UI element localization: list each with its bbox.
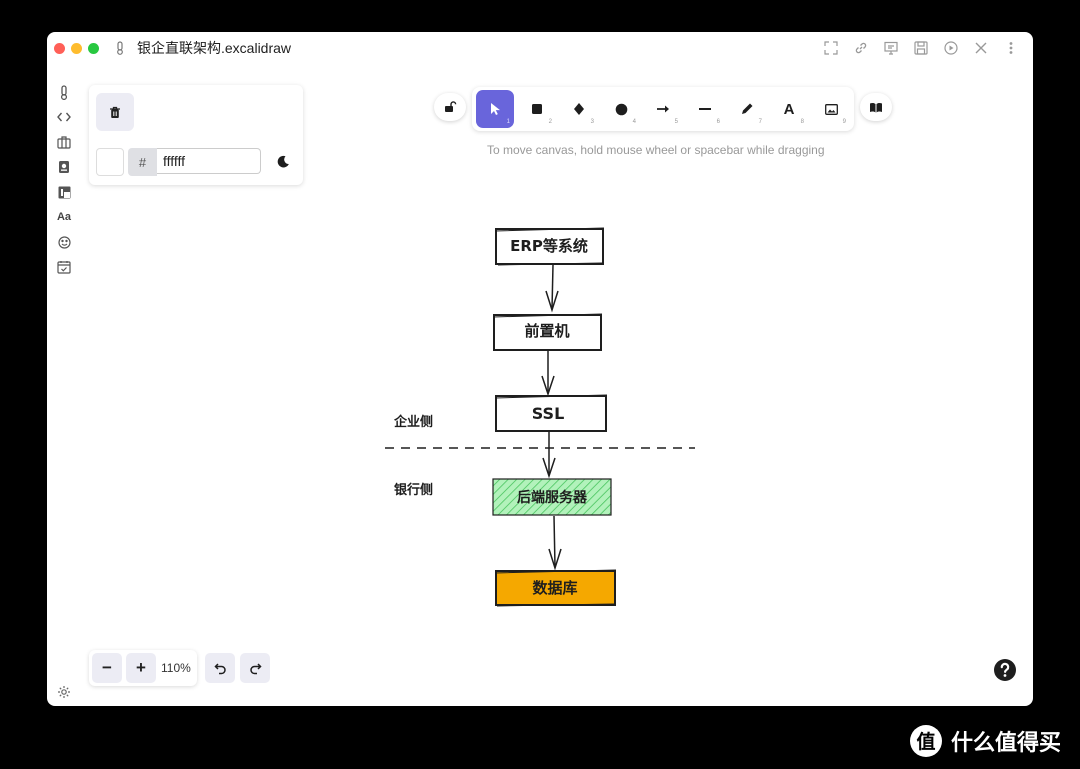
help-button[interactable]: [993, 658, 1017, 682]
arrow-1: [545, 264, 559, 313]
node-database-label: 数据库: [532, 579, 577, 597]
zoom-in-button[interactable]: +: [126, 653, 156, 683]
svg-text:值: 值: [916, 730, 935, 753]
zone-bank-label: 银行侧: [394, 482, 433, 498]
node-ssl-label: SSL: [532, 404, 565, 423]
redo-icon: [249, 662, 262, 674]
node-ssl[interactable]: SSL: [494, 394, 608, 432]
node-frontend-label: 前置机: [524, 322, 569, 340]
arrow-3: [542, 432, 556, 479]
drawing-canvas[interactable]: ERP等系统 前置机 SSL 企业侧 银行侧 后端服务器 数据库: [47, 32, 1033, 706]
node-erp[interactable]: ERP等系统: [494, 227, 605, 266]
arrow-2: [541, 351, 555, 397]
zoom-level[interactable]: 110%: [161, 661, 191, 675]
node-erp-label: ERP等系统: [510, 237, 588, 255]
zoom-out-button[interactable]: −: [92, 653, 122, 683]
undo-button[interactable]: [205, 653, 235, 683]
undo-icon: [213, 662, 226, 674]
smzdm-logo: 值: [910, 725, 942, 757]
arrow-4: [548, 515, 562, 571]
node-database[interactable]: 数据库: [494, 569, 617, 607]
node-backend[interactable]: 后端服务器: [492, 478, 612, 516]
node-backend-label: 后端服务器: [517, 489, 588, 506]
node-frontend[interactable]: 前置机: [492, 313, 603, 351]
zoom-controls: − + 110%: [89, 650, 197, 686]
site-watermark: 值 什么值得买: [909, 724, 1061, 758]
zone-enterprise-label: 企业侧: [393, 414, 433, 430]
redo-button[interactable]: [240, 653, 270, 683]
help-icon: [994, 659, 1016, 681]
watermark-text: 什么值得买: [951, 731, 1062, 756]
app-window: 银企直联架构.excalidraw Aa # ffffff 1 2 3 4 5 …: [47, 32, 1033, 706]
